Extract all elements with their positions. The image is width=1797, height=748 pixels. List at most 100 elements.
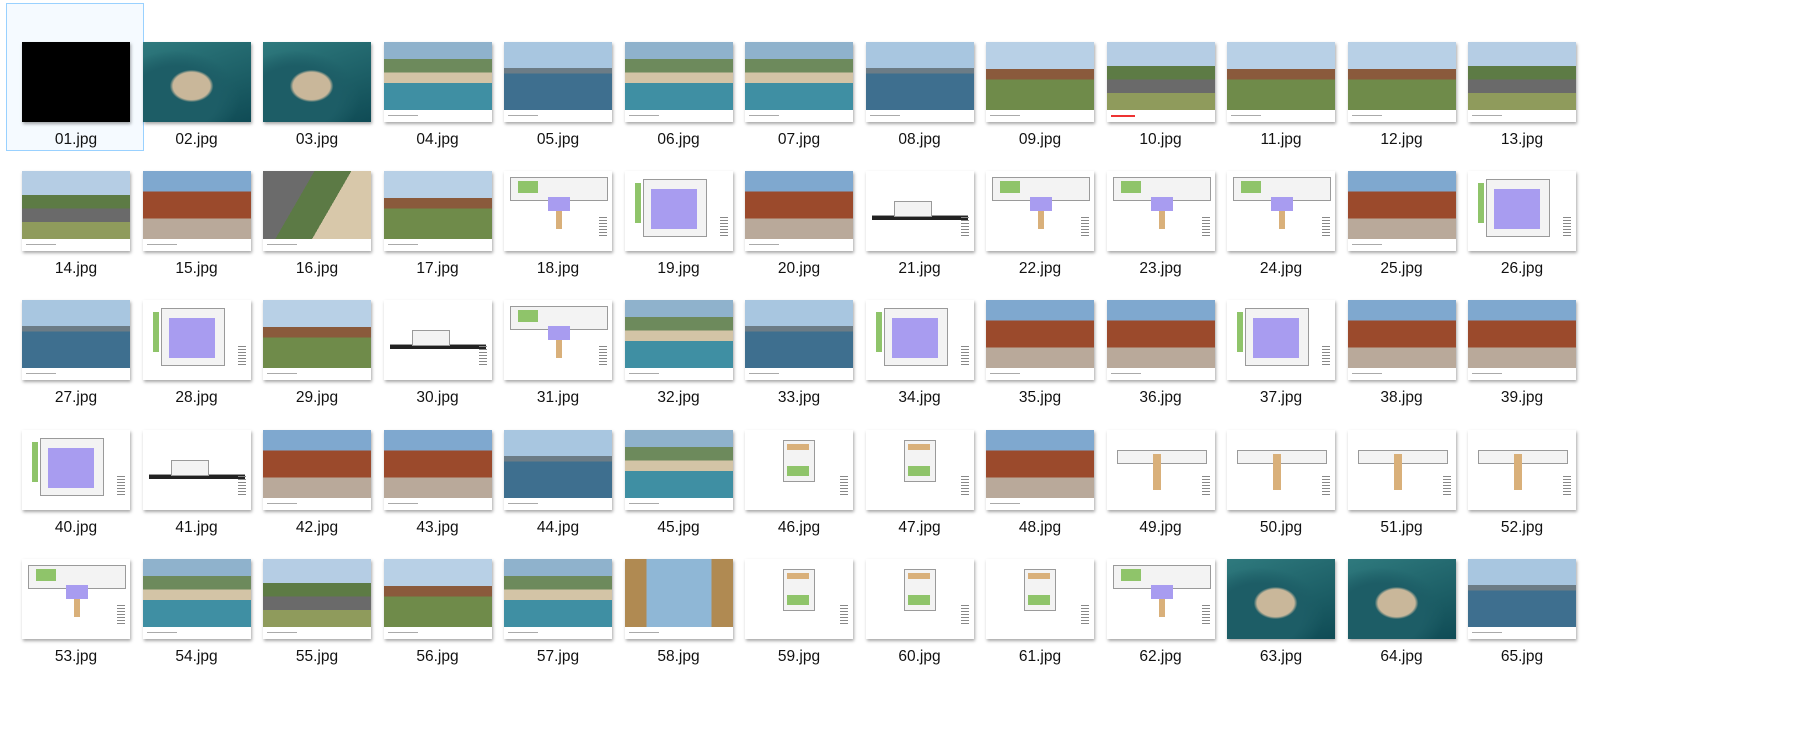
file-item[interactable]: 44.jpg: [488, 391, 626, 539]
file-item[interactable]: 13.jpg: [1452, 3, 1590, 151]
file-item[interactable]: 40.jpg: [6, 391, 144, 539]
thumbnail-frame: [7, 424, 145, 516]
file-item[interactable]: 49.jpg: [1091, 391, 1229, 539]
thumbnail-frame: [489, 553, 627, 645]
file-item[interactable]: 20.jpg: [729, 132, 867, 280]
thumbnail-image: [865, 558, 974, 639]
thumbnail-image: [1347, 42, 1456, 122]
file-item[interactable]: 10.jpg: [1091, 3, 1229, 151]
file-name-label: 61.jpg: [1018, 647, 1062, 665]
file-item[interactable]: 15.jpg: [127, 132, 265, 280]
file-item[interactable]: 50.jpg: [1211, 391, 1349, 539]
thumbnail-frame: [1092, 36, 1230, 128]
file-item[interactable]: 34.jpg: [850, 261, 988, 409]
file-item[interactable]: 36.jpg: [1091, 261, 1229, 409]
thumbnail-image: [22, 171, 130, 252]
thumbnail-image: [986, 558, 1094, 639]
file-item[interactable]: 19.jpg: [609, 132, 747, 280]
file-item[interactable]: 07.jpg: [729, 3, 867, 151]
thumbnail-frame: [730, 36, 868, 128]
file-item[interactable]: 21.jpg: [850, 132, 988, 280]
thumbnail-image: [504, 300, 612, 381]
thumbnail-frame: [369, 294, 507, 386]
file-item[interactable]: 24.jpg: [1211, 132, 1349, 280]
file-item[interactable]: 43.jpg: [368, 391, 506, 539]
thumbnail-frame: [1212, 36, 1350, 128]
file-item[interactable]: 25.jpg: [1332, 132, 1470, 280]
file-item[interactable]: 02.jpg: [127, 3, 265, 151]
file-item[interactable]: 65.jpg: [1452, 520, 1590, 668]
file-item[interactable]: 26.jpg: [1452, 132, 1590, 280]
file-item[interactable]: 57.jpg: [488, 520, 626, 668]
file-item[interactable]: 03.jpg: [247, 3, 385, 151]
thumbnail-frame: [730, 165, 868, 257]
file-item[interactable]: 01.jpg: [6, 3, 144, 151]
thumbnail-image: [745, 42, 853, 122]
thumbnail-image: [383, 429, 492, 510]
file-item[interactable]: 22.jpg: [970, 132, 1108, 280]
file-item[interactable]: 56.jpg: [368, 520, 506, 668]
file-item[interactable]: 29.jpg: [247, 261, 385, 409]
thumbnail-frame: [1333, 553, 1471, 645]
file-item[interactable]: 30.jpg: [368, 261, 506, 409]
file-item[interactable]: 48.jpg: [970, 391, 1108, 539]
file-item[interactable]: 08.jpg: [850, 3, 988, 151]
thumbnail-frame: [1333, 36, 1471, 128]
file-item[interactable]: 32.jpg: [609, 261, 747, 409]
file-item[interactable]: 39.jpg: [1452, 261, 1590, 409]
file-item[interactable]: 35.jpg: [970, 261, 1108, 409]
file-item[interactable]: 18.jpg: [488, 132, 626, 280]
thumbnail-image: [986, 300, 1094, 381]
file-item[interactable]: 59.jpg: [729, 520, 867, 668]
thumbnail-frame: [1453, 36, 1591, 128]
file-item[interactable]: 53.jpg: [6, 520, 144, 668]
thumbnail-frame: [1212, 424, 1350, 516]
file-item[interactable]: 31.jpg: [488, 261, 626, 409]
file-item[interactable]: 05.jpg: [488, 3, 626, 151]
file-item[interactable]: 64.jpg: [1332, 520, 1470, 668]
file-item[interactable]: 52.jpg: [1452, 391, 1590, 539]
thumbnail-image: [142, 558, 251, 639]
file-item[interactable]: 04.jpg: [368, 3, 506, 151]
file-item[interactable]: 60.jpg: [850, 520, 988, 668]
file-item[interactable]: 47.jpg: [850, 391, 988, 539]
file-item[interactable]: 16.jpg: [247, 132, 385, 280]
file-item[interactable]: 28.jpg: [127, 261, 265, 409]
file-item[interactable]: 27.jpg: [6, 261, 144, 409]
thumbnail-frame: [489, 165, 627, 257]
thumbnail-image: [986, 42, 1094, 122]
file-name-label: 55.jpg: [295, 647, 339, 665]
file-item[interactable]: 42.jpg: [247, 391, 385, 539]
thumbnail-image: [745, 429, 853, 510]
file-item[interactable]: 46.jpg: [729, 391, 867, 539]
thumbnail-frame: [971, 424, 1109, 516]
file-item[interactable]: 14.jpg: [6, 132, 144, 280]
file-item[interactable]: 33.jpg: [729, 261, 867, 409]
file-item[interactable]: 63.jpg: [1211, 520, 1349, 668]
file-item[interactable]: 61.jpg: [970, 520, 1108, 668]
file-item[interactable]: 45.jpg: [609, 391, 747, 539]
file-item[interactable]: 06.jpg: [609, 3, 747, 151]
file-item[interactable]: 51.jpg: [1332, 391, 1470, 539]
thumbnail-frame: [369, 553, 507, 645]
file-item[interactable]: 37.jpg: [1211, 261, 1349, 409]
file-item[interactable]: 23.jpg: [1091, 132, 1229, 280]
file-item[interactable]: 17.jpg: [368, 132, 506, 280]
file-item[interactable]: 62.jpg: [1091, 520, 1229, 668]
thumbnail-image: [1227, 429, 1335, 510]
file-item[interactable]: 41.jpg: [127, 391, 265, 539]
file-item[interactable]: 12.jpg: [1332, 3, 1470, 151]
thumbnail-image: [22, 429, 130, 510]
file-item[interactable]: 09.jpg: [970, 3, 1108, 151]
file-item[interactable]: 38.jpg: [1332, 261, 1470, 409]
thumbnail-image: [263, 42, 371, 122]
thumbnail-frame: [971, 165, 1109, 257]
file-item[interactable]: 54.jpg: [127, 520, 265, 668]
file-item[interactable]: 11.jpg: [1211, 3, 1349, 151]
thumbnail-image: [1468, 558, 1576, 639]
file-item[interactable]: 55.jpg: [247, 520, 385, 668]
thumbnail-frame: [1092, 424, 1230, 516]
file-item[interactable]: 58.jpg: [609, 520, 747, 668]
thumbnail-frame: [851, 36, 989, 128]
thumbnail-image: [1106, 300, 1215, 381]
